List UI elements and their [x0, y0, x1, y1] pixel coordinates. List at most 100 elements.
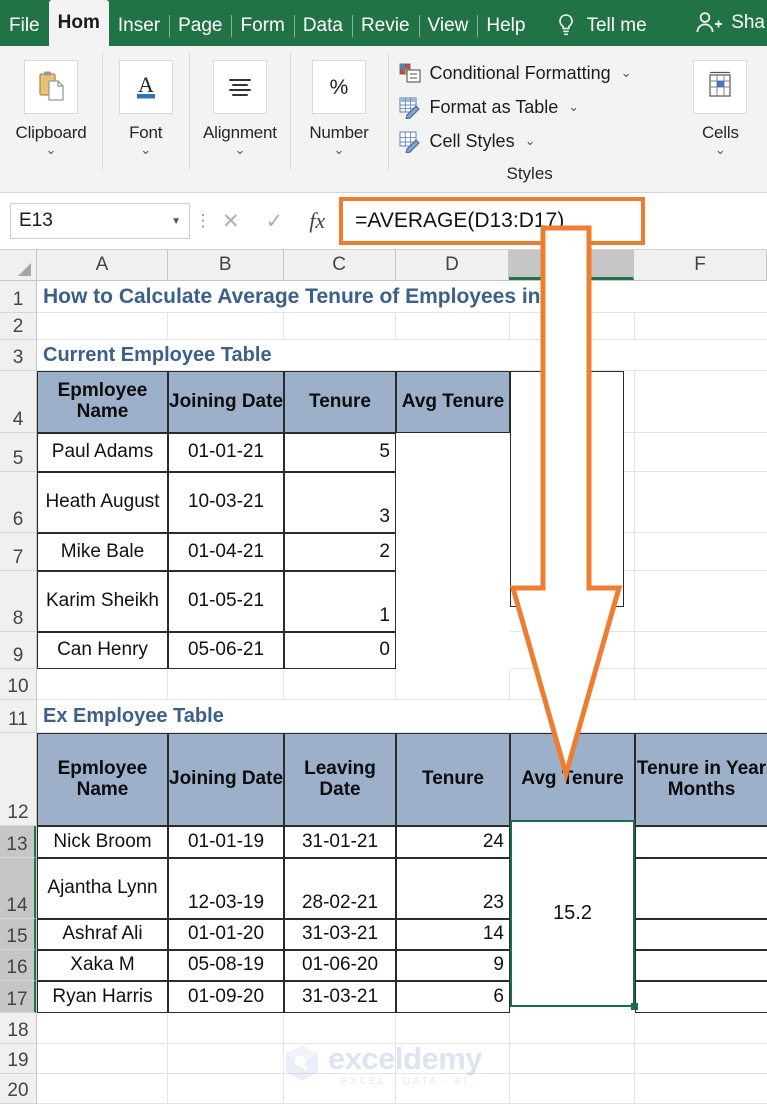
format-as-table-button[interactable]: Format as Table ⌄: [398, 90, 662, 124]
select-all-corner[interactable]: [0, 250, 37, 280]
cell-f10[interactable]: [635, 669, 767, 700]
fill-handle[interactable]: [631, 1003, 638, 1010]
name-box-chevron-down-icon[interactable]: ▼: [171, 216, 181, 227]
table2-header-name[interactable]: Epmloyee Name: [37, 733, 168, 826]
row-header-10[interactable]: 10: [0, 669, 36, 700]
row-header-7[interactable]: 7: [0, 533, 36, 571]
table1-row2-name[interactable]: Mike Bale: [37, 533, 168, 571]
table1-header-joining[interactable]: Joining Date: [168, 371, 284, 433]
table2-row3-leaving[interactable]: 01-06-20: [284, 950, 396, 981]
format-as-table-caret-icon[interactable]: ⌄: [568, 99, 579, 115]
table2-row1-tenure[interactable]: 23: [396, 858, 510, 919]
table2-row4-name[interactable]: Ryan Harris: [37, 981, 168, 1013]
tab-file[interactable]: File: [0, 6, 49, 46]
cell-f7[interactable]: [635, 533, 767, 571]
table1-row1-joining[interactable]: 10-03-21: [168, 472, 284, 533]
table2-header-yearmonths[interactable]: Tenure in Year Months: [635, 733, 767, 826]
table1-header-name[interactable]: Epmloyee Name: [37, 371, 168, 433]
ribbon-group-cells[interactable]: Cells ⌄: [674, 46, 767, 192]
cell-f4[interactable]: [635, 371, 767, 433]
cell-b18[interactable]: [168, 1013, 284, 1044]
table1-row4-name[interactable]: Can Henry: [37, 632, 168, 669]
table2-row0-tenure[interactable]: 24: [396, 826, 510, 858]
clipboard-icon[interactable]: [23, 60, 78, 114]
row-header-4[interactable]: 4: [0, 371, 36, 433]
column-header-c[interactable]: C: [283, 250, 396, 280]
table2-row3-joining[interactable]: 05-08-19: [168, 950, 284, 981]
table2-row3-name[interactable]: Xaka M: [37, 950, 168, 981]
share-button[interactable]: Sha: [694, 3, 767, 43]
table1-row1-tenure[interactable]: 3: [284, 472, 396, 533]
table2-header-leaving[interactable]: Leaving Date: [284, 733, 396, 826]
ribbon-group-alignment[interactable]: Alignment ⌄: [189, 46, 290, 192]
table1-row4-tenure[interactable]: 0: [284, 632, 396, 669]
clipboard-expand-caret-icon[interactable]: ⌄: [46, 143, 57, 156]
row-header-12[interactable]: 12: [0, 733, 36, 826]
table2-row0-name[interactable]: Nick Broom: [37, 826, 168, 858]
cancel-x-icon[interactable]: ✕: [222, 209, 240, 234]
cell-rest3[interactable]: [337, 340, 767, 371]
ribbon-group-number[interactable]: % Number ⌄: [290, 46, 387, 192]
row-header-9[interactable]: 9: [0, 632, 36, 669]
cell-a10[interactable]: [37, 669, 168, 700]
tab-formulas[interactable]: Form: [231, 6, 293, 46]
tab-review[interactable]: Revie: [351, 6, 419, 46]
cells-expand-caret-icon[interactable]: ⌄: [715, 143, 726, 156]
table1-row2-joining[interactable]: 01-04-21: [168, 533, 284, 571]
table2-row0-yearmonths[interactable]: [635, 826, 767, 858]
row-header-16[interactable]: 16: [0, 950, 36, 981]
table2-header-joining[interactable]: Joining Date: [168, 733, 284, 826]
cell-styles-button[interactable]: Cell Styles ⌄: [398, 124, 662, 158]
cell-b10[interactable]: [168, 669, 284, 700]
table1-row1-name[interactable]: Heath August: [37, 472, 168, 533]
ribbon-group-font[interactable]: A Font ⌄: [101, 46, 189, 192]
cell-f9[interactable]: [635, 632, 767, 669]
row-header-14[interactable]: 14: [0, 858, 36, 919]
cell-c10[interactable]: [284, 669, 396, 700]
row-header-13[interactable]: 13: [0, 826, 36, 858]
table2-row2-name[interactable]: Ashraf Ali: [37, 919, 168, 950]
cell-a1[interactable]: How to Calculate Average Tenure of Emplo…: [37, 281, 637, 313]
cell-d2[interactable]: [396, 313, 510, 340]
column-header-b[interactable]: B: [167, 250, 284, 280]
cell-c2[interactable]: [284, 313, 396, 340]
tab-home[interactable]: Hom: [48, 0, 109, 46]
row-header-15[interactable]: 15: [0, 919, 36, 950]
tab-data[interactable]: Data: [293, 6, 352, 46]
cell-e10[interactable]: [510, 669, 635, 700]
table2-row1-joining[interactable]: 12-03-19: [168, 858, 284, 919]
cell-f8[interactable]: [635, 571, 767, 632]
cell-d10[interactable]: [396, 669, 510, 700]
font-expand-caret-icon[interactable]: ⌄: [140, 143, 151, 156]
cells-icon[interactable]: [693, 60, 748, 114]
cell-a11[interactable]: Ex Employee Table: [37, 700, 337, 733]
cell-b2[interactable]: [168, 313, 284, 340]
cell-e9[interactable]: [510, 632, 635, 669]
table2-row3-yearmonths[interactable]: [635, 950, 767, 981]
table2-row1-yearmonths[interactable]: [635, 858, 767, 919]
table2-merged-avg-tenure-selected[interactable]: 15.2: [510, 820, 635, 1007]
tell-me-box[interactable]: Tell me: [546, 6, 656, 46]
cell-f2[interactable]: [635, 313, 767, 340]
table1-header-tenure[interactable]: Tenure: [284, 371, 396, 433]
table1-row2-tenure[interactable]: 2: [284, 533, 396, 571]
cell-styles-caret-icon[interactable]: ⌄: [525, 133, 536, 149]
cell-c18[interactable]: [284, 1013, 396, 1044]
table2-row1-leaving[interactable]: 28-02-21: [284, 858, 396, 919]
number-expand-caret-icon[interactable]: ⌄: [334, 143, 345, 156]
tab-insert[interactable]: Inser: [109, 6, 169, 46]
row-header-8[interactable]: 8: [0, 571, 36, 632]
table1-row3-tenure[interactable]: 1: [284, 571, 396, 632]
column-header-d[interactable]: D: [395, 250, 510, 280]
row-header-18[interactable]: 18: [0, 1013, 36, 1044]
name-box[interactable]: E13 ▼: [10, 203, 190, 239]
table2-row2-yearmonths[interactable]: [635, 919, 767, 950]
table2-row2-leaving[interactable]: 31-03-21: [284, 919, 396, 950]
cell-f1[interactable]: [637, 281, 767, 313]
cell-f5[interactable]: [635, 433, 767, 472]
cell-d18[interactable]: [396, 1013, 510, 1044]
table1-row3-joining[interactable]: 01-05-21: [168, 571, 284, 632]
cell-e2[interactable]: [510, 313, 635, 340]
cell-a3[interactable]: Current Employee Table: [37, 340, 337, 371]
ribbon-group-clipboard[interactable]: Clipboard ⌄: [0, 46, 102, 192]
